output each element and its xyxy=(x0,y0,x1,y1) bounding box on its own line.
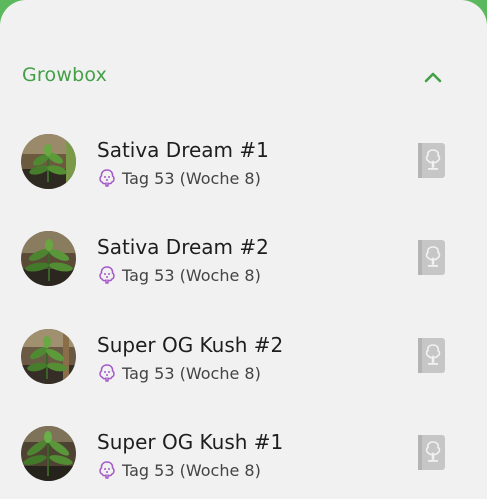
plant-row[interactable]: Super OG Kush #2 Tag 53 (Woche 8) xyxy=(0,329,487,419)
chevron-up-icon xyxy=(424,72,442,83)
plant-age-label: Tag 53 (Woche 8) xyxy=(122,265,261,285)
plant-avatar xyxy=(21,329,76,384)
plant-diary-icon xyxy=(418,435,445,470)
plant-name: Super OG Kush #2 xyxy=(97,333,284,357)
plant-name: Super OG Kush #1 xyxy=(97,430,284,454)
plant-age: Tag 53 (Woche 8) xyxy=(97,362,261,384)
plant-row[interactable]: Super OG Kush #1 Tag 53 (Woche 8) xyxy=(0,426,487,499)
plant-diary-button[interactable] xyxy=(416,434,448,472)
plant-row[interactable]: Sativa Dream #1 Tag 53 (Woche 8) xyxy=(0,134,487,224)
growbox-sheet: Growbox Sativa Dream #1 Tag 53 (Woche 8)… xyxy=(0,0,487,499)
plant-diary-icon xyxy=(418,338,445,373)
plant-age: Tag 53 (Woche 8) xyxy=(97,167,261,189)
plant-stage-icon xyxy=(99,461,115,479)
plant-avatar xyxy=(21,426,76,481)
section-title: Growbox xyxy=(22,64,108,86)
plant-name: Sativa Dream #1 xyxy=(97,138,269,162)
section-header-growbox[interactable]: Growbox xyxy=(0,56,487,96)
plant-name: Sativa Dream #2 xyxy=(97,235,269,259)
plant-stage-icon xyxy=(99,169,115,187)
plant-diary-button[interactable] xyxy=(416,239,448,277)
plant-stage-icon xyxy=(99,364,115,382)
collapse-button[interactable] xyxy=(418,62,448,92)
plant-age-label: Tag 53 (Woche 8) xyxy=(122,460,261,480)
plant-stage-icon xyxy=(99,266,115,284)
plant-diary-icon xyxy=(418,143,445,178)
plant-diary-icon xyxy=(418,240,445,275)
plant-avatar xyxy=(21,231,76,286)
plant-age-label: Tag 53 (Woche 8) xyxy=(122,168,261,188)
plant-diary-button[interactable] xyxy=(416,142,448,180)
plant-row[interactable]: Sativa Dream #2 Tag 53 (Woche 8) xyxy=(0,231,487,321)
plant-age: Tag 53 (Woche 8) xyxy=(97,264,261,286)
plant-diary-button[interactable] xyxy=(416,337,448,375)
plant-age-label: Tag 53 (Woche 8) xyxy=(122,363,261,383)
plant-avatar xyxy=(21,134,76,189)
plant-age: Tag 53 (Woche 8) xyxy=(97,459,261,481)
